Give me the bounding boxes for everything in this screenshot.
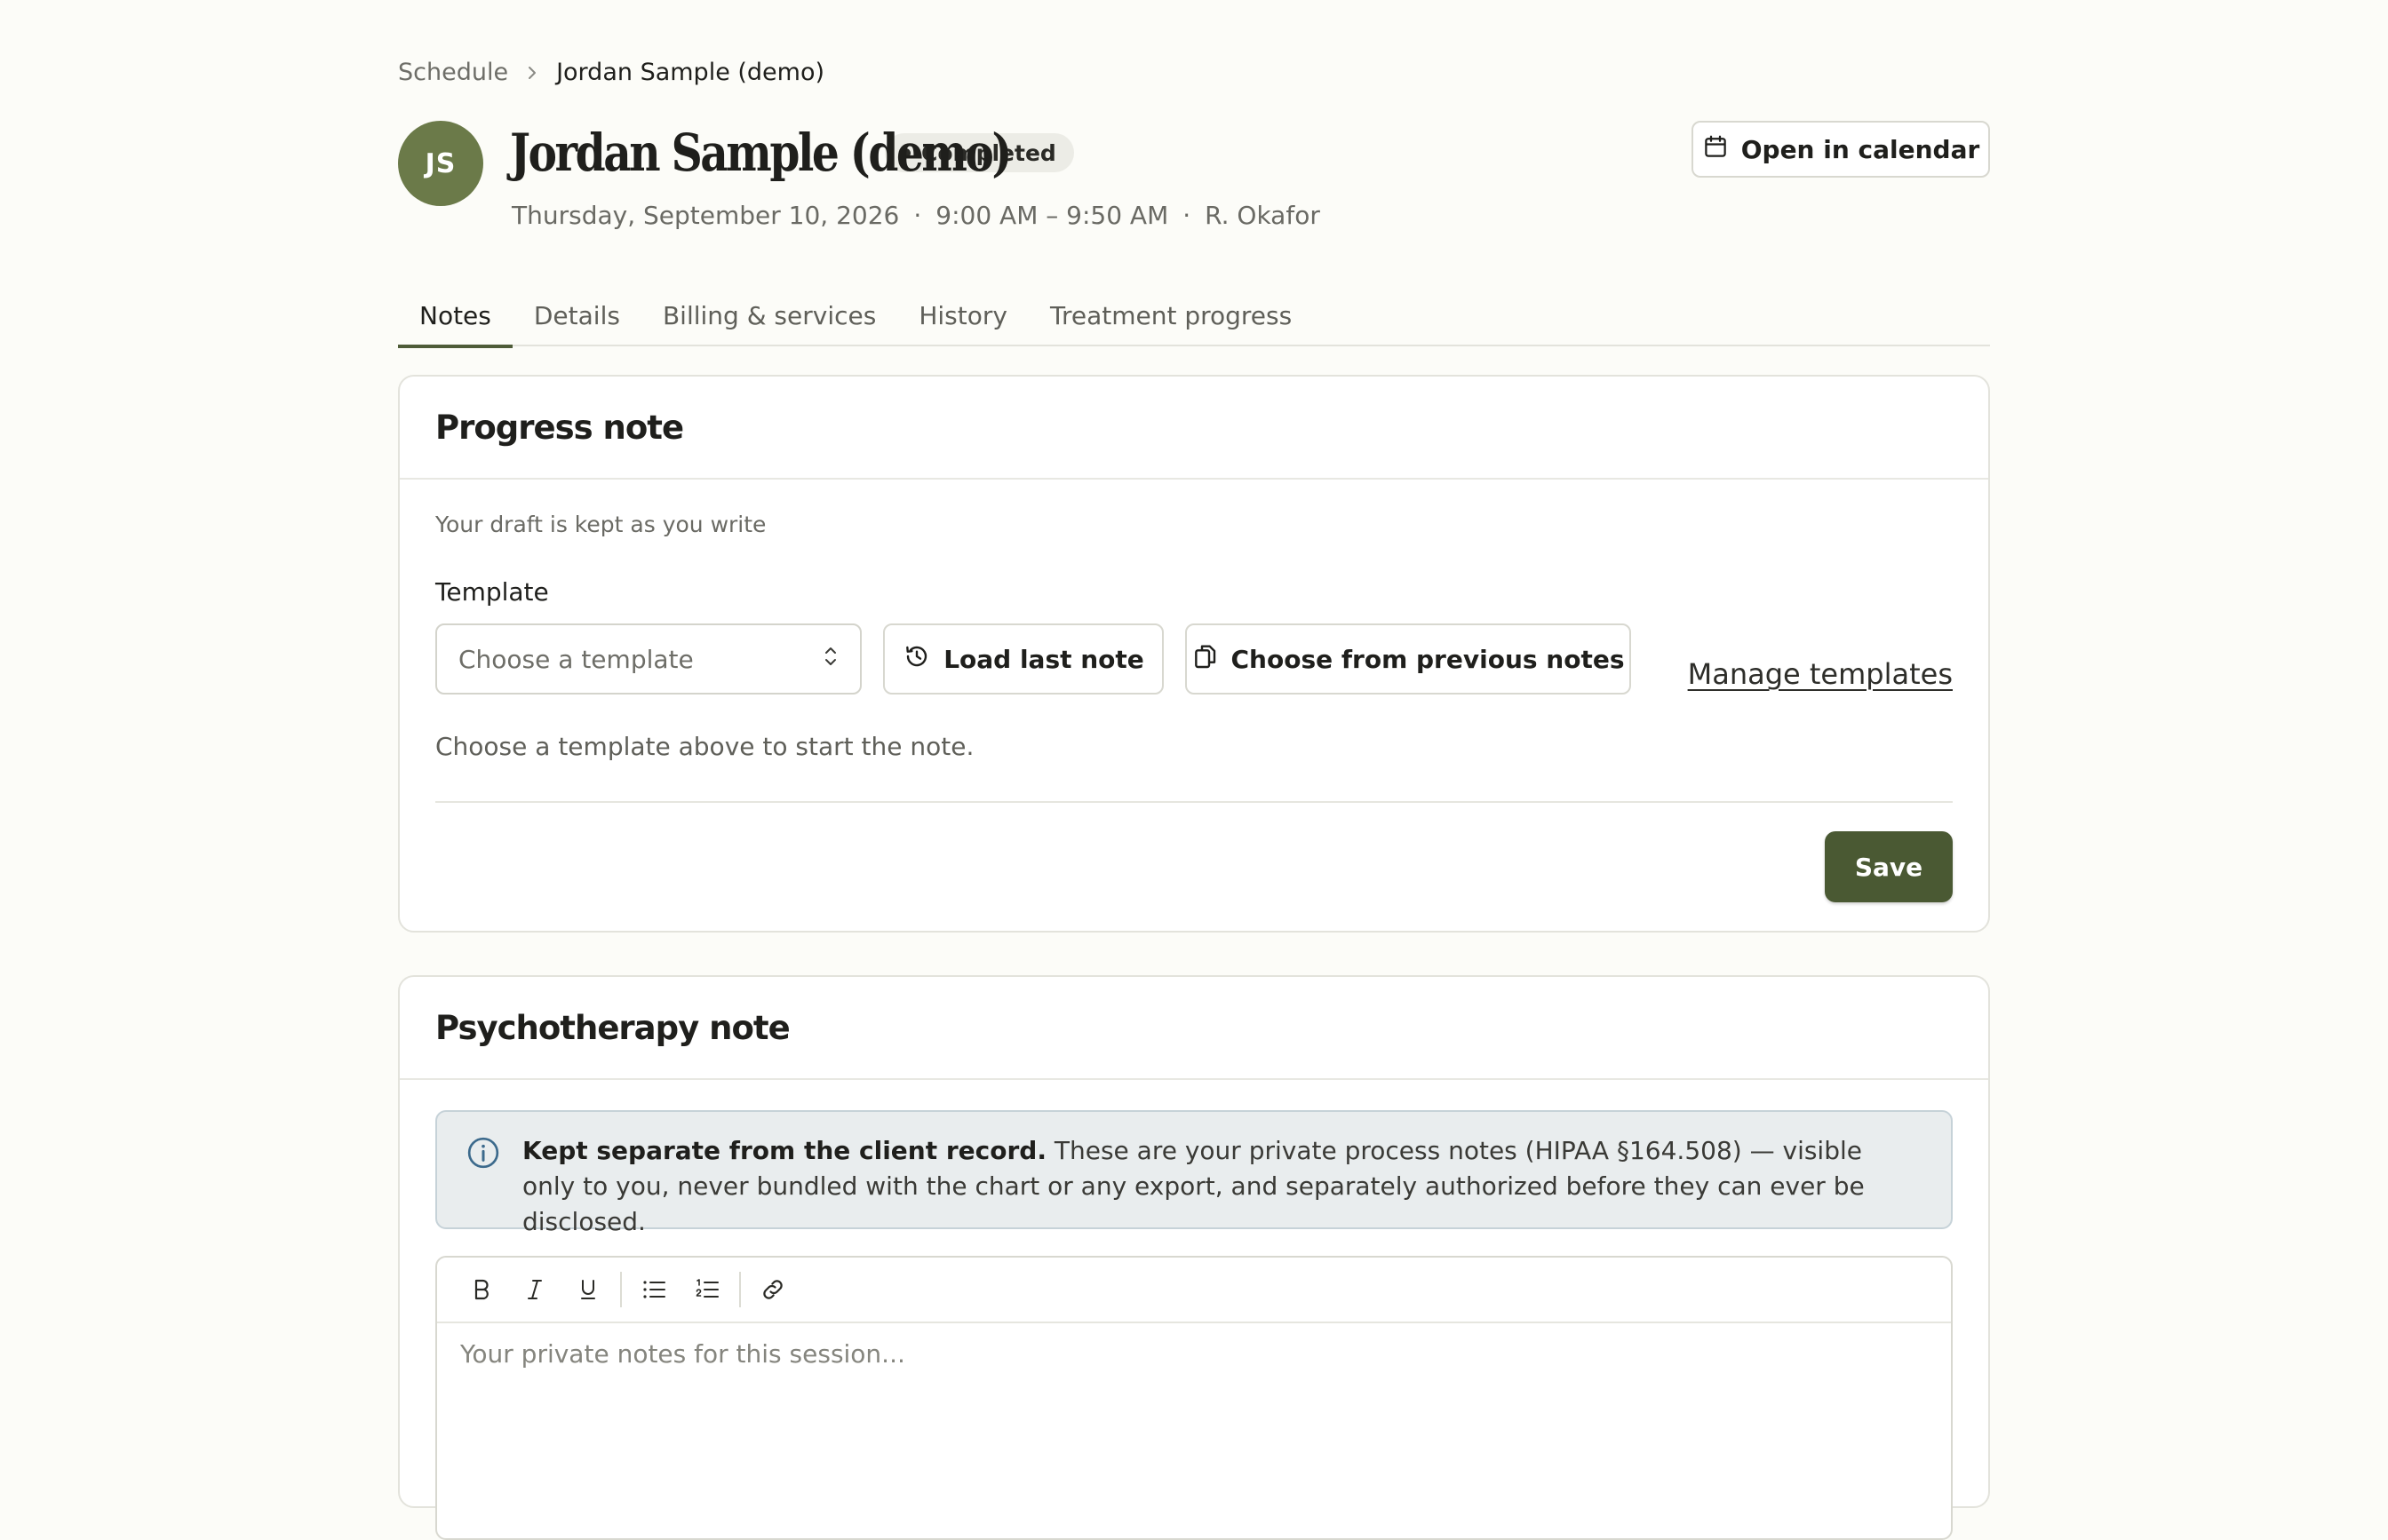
tab-billing-services[interactable]: Billing & services xyxy=(641,284,897,346)
editor-placeholder: Your private notes for this session... xyxy=(460,1339,905,1369)
italic-icon[interactable] xyxy=(508,1267,561,1312)
tab-notes[interactable]: Notes xyxy=(398,284,513,348)
privacy-info-banner: Kept separate from the client record. Th… xyxy=(435,1110,1953,1236)
tab-history[interactable]: History xyxy=(897,284,1029,346)
psychotherapy-note-editor[interactable]: Your private notes for this session... xyxy=(435,1256,1953,1540)
tab-treatment-progress[interactable]: Treatment progress xyxy=(1029,284,1313,346)
appointment-date: Thursday, September 10, 2026 xyxy=(512,201,900,230)
template-select-placeholder: Choose a template xyxy=(458,644,694,674)
open-in-calendar-label: Open in calendar xyxy=(1740,134,1980,164)
calendar-icon xyxy=(1702,133,1729,166)
manage-templates-link[interactable]: Manage templates xyxy=(1688,657,1953,691)
chevron-up-down-icon xyxy=(821,643,840,676)
progress-note-card: Progress note Your draft is kept as you … xyxy=(398,375,1990,933)
editor-toolbar xyxy=(437,1258,1951,1323)
numbered-list-icon[interactable] xyxy=(681,1267,734,1312)
appointment-time: 9:00 AM – 9:50 AM xyxy=(935,201,1169,230)
progress-note-title: Progress note xyxy=(435,408,684,447)
history-icon xyxy=(903,642,931,677)
breadcrumb: Schedule Jordan Sample (demo) xyxy=(398,59,824,86)
toolbar-separator xyxy=(620,1272,622,1307)
tab-bar: Notes Details Billing & services History… xyxy=(398,284,1990,348)
tab-details[interactable]: Details xyxy=(513,284,641,346)
toolbar-separator xyxy=(739,1272,741,1307)
psychotherapy-note-card: Psychotherapy note Kept separate from th… xyxy=(398,975,1990,1540)
psychotherapy-note-title: Psychotherapy note xyxy=(435,1008,791,1047)
documents-icon xyxy=(1192,642,1219,677)
card-divider xyxy=(435,801,1953,803)
choose-from-previous-notes-label: Choose from previous notes xyxy=(1230,644,1625,674)
psychotherapy-note-header: Psychotherapy note xyxy=(400,977,1988,1080)
appointment-meta: Thursday, September 10, 2026 · 9:00 AM –… xyxy=(512,201,1320,230)
underline-icon[interactable] xyxy=(561,1267,615,1312)
meta-separator: · xyxy=(913,201,922,230)
load-last-note-button[interactable]: Load last note xyxy=(883,623,1164,695)
open-in-calendar-button[interactable]: Open in calendar xyxy=(1692,121,1990,178)
title-row: Jordan Sample (demo) Completed xyxy=(510,121,1074,185)
appointment-clinician: R. Okafor xyxy=(1205,201,1320,230)
template-label: Template xyxy=(435,577,549,607)
link-icon[interactable] xyxy=(746,1267,800,1312)
save-button[interactable]: Save xyxy=(1825,831,1953,902)
bold-icon[interactable] xyxy=(455,1267,508,1312)
avatar: JS xyxy=(398,121,483,206)
privacy-info-heading: Kept separate from the client record. xyxy=(522,1136,1047,1165)
draft-hint: Your draft is kept as you write xyxy=(435,512,767,537)
info-icon xyxy=(466,1135,501,1171)
template-empty-message: Choose a template above to start the not… xyxy=(435,732,975,761)
breadcrumb-schedule-link[interactable]: Schedule xyxy=(398,59,508,86)
meta-separator: · xyxy=(1182,201,1191,230)
breadcrumb-current: Jordan Sample (demo) xyxy=(556,59,825,86)
page-title: Jordan Sample (demo) xyxy=(510,123,1012,183)
chevron-right-icon xyxy=(517,60,547,85)
load-last-note-label: Load last note xyxy=(943,644,1144,674)
template-select[interactable]: Choose a template xyxy=(435,623,862,695)
progress-note-header: Progress note xyxy=(400,377,1988,480)
bullet-list-icon[interactable] xyxy=(627,1267,681,1312)
choose-from-previous-notes-button[interactable]: Choose from previous notes xyxy=(1185,623,1631,695)
